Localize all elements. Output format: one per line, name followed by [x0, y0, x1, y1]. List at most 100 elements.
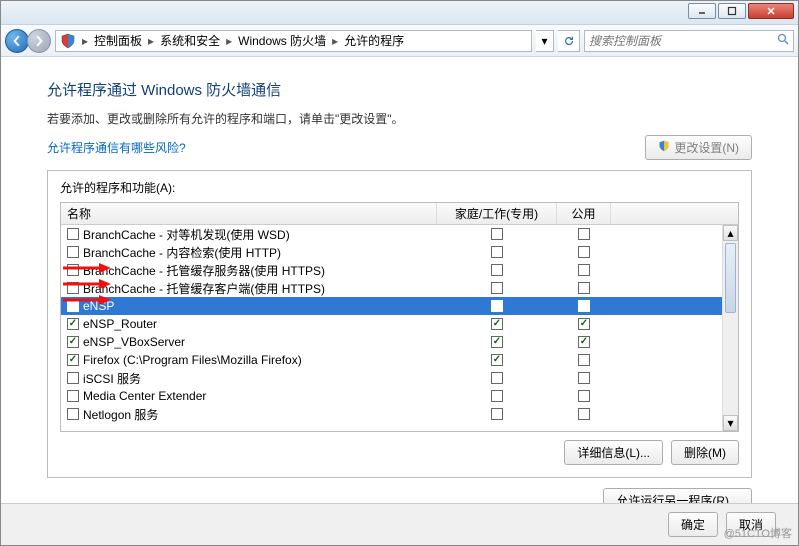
watermark: @51CTO博客 — [724, 525, 792, 541]
public-checkbox[interactable] — [578, 390, 590, 402]
minimize-button[interactable] — [688, 3, 716, 19]
shield-small-icon — [658, 140, 670, 155]
row-public-cell — [557, 372, 611, 384]
row-public-cell — [557, 390, 611, 402]
row-checkbox[interactable] — [67, 228, 79, 240]
breadcrumb-dropdown[interactable]: ▾ — [536, 30, 554, 52]
page-title: 允许程序通过 Windows 防火墙通信 — [47, 79, 752, 100]
row-public-cell — [557, 300, 611, 312]
search-input[interactable] — [589, 34, 773, 48]
table-row[interactable]: eNSP_VBoxServer — [61, 333, 722, 351]
delete-button[interactable]: 删除(M) — [671, 440, 739, 465]
row-name-label: BranchCache - 对等机发现(使用 WSD) — [83, 226, 290, 243]
scroll-up-button[interactable]: ▴ — [723, 225, 738, 241]
close-button[interactable] — [748, 3, 794, 19]
titlebar — [1, 1, 798, 25]
homework-checkbox[interactable] — [491, 282, 503, 294]
row-name-label: BranchCache - 托管缓存客户端(使用 HTTPS) — [83, 280, 325, 297]
column-header-public[interactable]: 公用 — [557, 203, 611, 224]
homework-checkbox[interactable] — [491, 318, 503, 330]
row-name-label: iSCSI 服务 — [83, 370, 141, 387]
public-checkbox[interactable] — [578, 372, 590, 384]
public-checkbox[interactable] — [578, 282, 590, 294]
row-homework-cell — [437, 264, 557, 276]
row-checkbox[interactable] — [67, 318, 79, 330]
homework-checkbox[interactable] — [491, 336, 503, 348]
ok-button[interactable]: 确定 — [668, 512, 718, 537]
homework-checkbox[interactable] — [491, 264, 503, 276]
row-checkbox[interactable] — [67, 246, 79, 258]
table-row[interactable]: BranchCache - 对等机发现(使用 WSD) — [61, 225, 722, 243]
homework-checkbox[interactable] — [491, 246, 503, 258]
row-homework-cell — [437, 408, 557, 420]
details-button[interactable]: 详细信息(L)... — [564, 440, 663, 465]
breadcrumb[interactable]: ▸ 控制面板 ▸ 系统和安全 ▸ Windows 防火墙 ▸ 允许的程序 — [55, 30, 532, 52]
homework-checkbox[interactable] — [491, 408, 503, 420]
homework-checkbox[interactable] — [491, 390, 503, 402]
row-public-cell — [557, 228, 611, 240]
refresh-button[interactable] — [558, 30, 580, 52]
scroll-thumb[interactable] — [725, 243, 736, 313]
row-checkbox[interactable] — [67, 408, 79, 420]
breadcrumb-item[interactable]: Windows 防火墙 — [238, 32, 326, 49]
table-row[interactable]: BranchCache - 托管缓存服务器(使用 HTTPS) — [61, 261, 722, 279]
breadcrumb-item[interactable]: 允许的程序 — [344, 32, 404, 49]
table-row[interactable]: eNSP_Router — [61, 315, 722, 333]
table-row[interactable]: BranchCache - 内容检索(使用 HTTP) — [61, 243, 722, 261]
risk-link[interactable]: 允许程序通信有哪些风险? — [47, 139, 186, 156]
row-name-label: BranchCache - 托管缓存服务器(使用 HTTPS) — [83, 262, 325, 279]
scrollbar[interactable]: ▴ ▾ — [722, 225, 738, 431]
nav-back-button[interactable] — [5, 29, 29, 53]
row-homework-cell — [437, 282, 557, 294]
public-checkbox[interactable] — [578, 246, 590, 258]
row-homework-cell — [437, 336, 557, 348]
shield-icon — [60, 33, 76, 49]
row-public-cell — [557, 318, 611, 330]
table-row[interactable]: eNSP — [61, 297, 722, 315]
row-homework-cell — [437, 372, 557, 384]
public-checkbox[interactable] — [578, 228, 590, 240]
homework-checkbox[interactable] — [491, 372, 503, 384]
homework-checkbox[interactable] — [491, 354, 503, 366]
row-checkbox[interactable] — [67, 354, 79, 366]
row-name-label: BranchCache - 内容检索(使用 HTTP) — [83, 244, 281, 261]
column-header-name[interactable]: 名称 — [61, 203, 437, 224]
homework-checkbox[interactable] — [491, 300, 503, 312]
row-public-cell — [557, 264, 611, 276]
row-name-cell: BranchCache - 对等机发现(使用 WSD) — [61, 226, 437, 243]
homework-checkbox[interactable] — [491, 228, 503, 240]
table-row[interactable]: BranchCache - 托管缓存客户端(使用 HTTPS) — [61, 279, 722, 297]
row-name-cell: eNSP_VBoxServer — [61, 335, 437, 349]
column-header-homework[interactable]: 家庭/工作(专用) — [437, 203, 557, 224]
breadcrumb-item[interactable]: 控制面板 — [94, 32, 142, 49]
public-checkbox[interactable] — [578, 408, 590, 420]
dialog-footer: 确定 取消 — [1, 503, 798, 545]
nav-forward-button[interactable] — [27, 29, 51, 53]
table-row[interactable]: Netlogon 服务 — [61, 405, 722, 423]
row-homework-cell — [437, 354, 557, 366]
navbar: ▸ 控制面板 ▸ 系统和安全 ▸ Windows 防火墙 ▸ 允许的程序 ▾ — [1, 25, 798, 57]
maximize-button[interactable] — [718, 3, 746, 19]
change-settings-button[interactable]: 更改设置(N) — [645, 135, 752, 160]
row-name-cell: eNSP — [61, 299, 437, 313]
row-name-cell: BranchCache - 托管缓存客户端(使用 HTTPS) — [61, 280, 437, 297]
row-name-cell: eNSP_Router — [61, 317, 437, 331]
table-row[interactable]: iSCSI 服务 — [61, 369, 722, 387]
chevron-right-icon: ▸ — [146, 34, 156, 48]
public-checkbox[interactable] — [578, 300, 590, 312]
table-row[interactable]: Firefox (C:\Program Files\Mozilla Firefo… — [61, 351, 722, 369]
public-checkbox[interactable] — [578, 318, 590, 330]
content-area: 允许程序通过 Windows 防火墙通信 若要添加、更改或删除所有允许的程序和端… — [1, 57, 798, 523]
table-row[interactable]: Media Center Extender — [61, 387, 722, 405]
search-box[interactable] — [584, 30, 794, 52]
public-checkbox[interactable] — [578, 354, 590, 366]
public-checkbox[interactable] — [578, 264, 590, 276]
scroll-down-button[interactable]: ▾ — [723, 415, 738, 431]
row-checkbox[interactable] — [67, 372, 79, 384]
row-checkbox[interactable] — [67, 336, 79, 348]
public-checkbox[interactable] — [578, 336, 590, 348]
breadcrumb-item[interactable]: 系统和安全 — [160, 32, 220, 49]
row-public-cell — [557, 246, 611, 258]
row-public-cell — [557, 354, 611, 366]
row-checkbox[interactable] — [67, 390, 79, 402]
